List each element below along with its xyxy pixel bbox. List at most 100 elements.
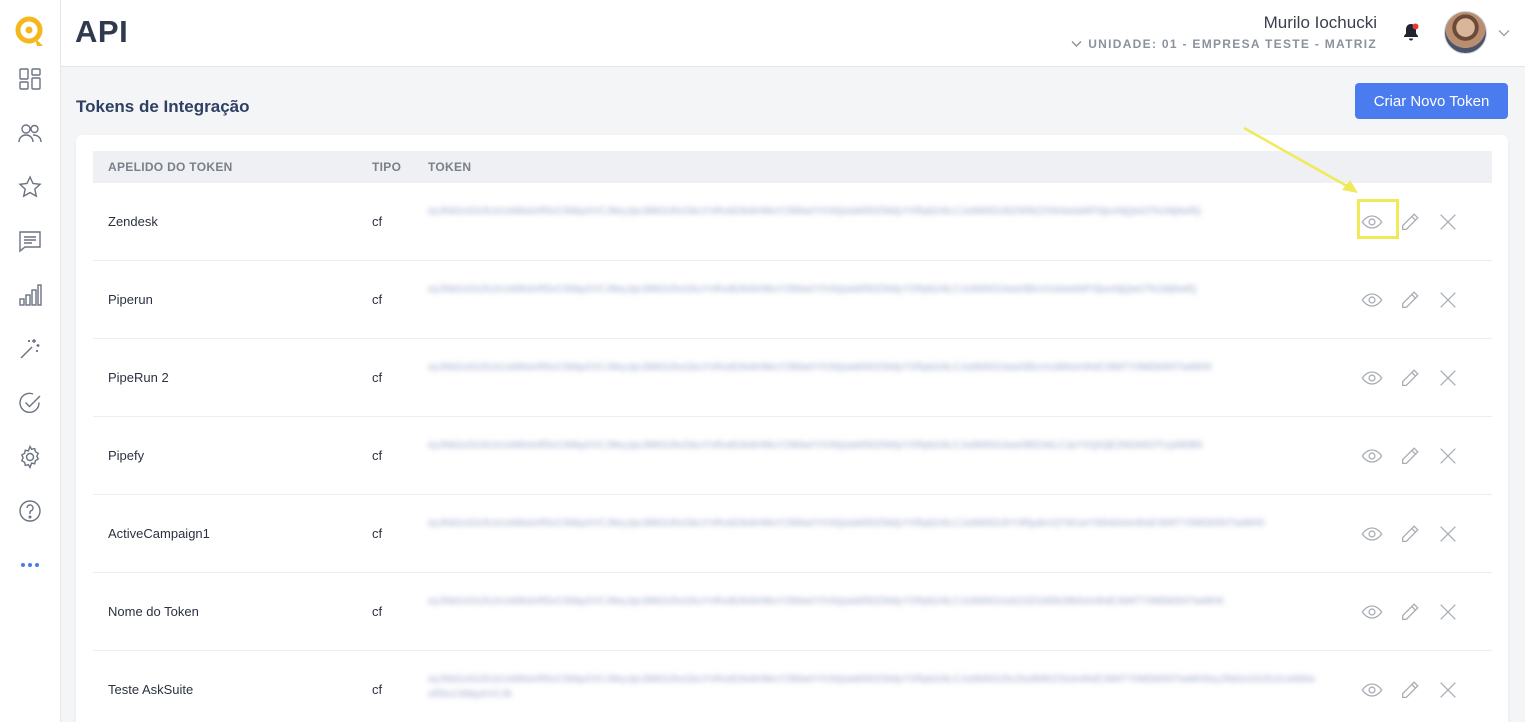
bar-chart-icon xyxy=(19,284,42,306)
sidebar-item-reports[interactable] xyxy=(0,268,61,322)
more-dots-icon xyxy=(21,563,39,567)
table-row: Pipefy cf eyJhbGciOiJIUzUxMiIsInR5cCI6IkpX… xyxy=(93,417,1492,495)
eye-icon xyxy=(1361,527,1383,541)
token-value: eyJhbGciOiJIUzUxMiIsInR5cCI6IkpXVCJ9eyJp… xyxy=(428,674,1315,700)
delete-token-button[interactable] xyxy=(1433,441,1463,471)
view-token-button[interactable] xyxy=(1357,519,1387,549)
app-logo-icon[interactable] xyxy=(15,16,45,48)
pencil-icon xyxy=(1402,291,1419,308)
row-actions xyxy=(1357,285,1463,315)
delete-token-button[interactable] xyxy=(1433,675,1463,705)
view-token-button[interactable] xyxy=(1357,207,1387,237)
view-token-button[interactable] xyxy=(1357,441,1387,471)
token-type: cf xyxy=(372,292,383,307)
star-icon xyxy=(18,175,42,198)
column-header-type: TIPO xyxy=(372,160,402,174)
token-nickname: Nome do Token xyxy=(108,604,199,619)
unit-label: UNIDADE: 01 - EMPRESA TESTE - MATRIZ xyxy=(1088,37,1377,51)
token-type: cf xyxy=(372,682,383,697)
table-row: Piperun cf eyJhbGciOiJIUzUxMiIsInR5cCI6Ikp… xyxy=(93,261,1492,339)
view-token-button[interactable] xyxy=(1357,363,1387,393)
delete-token-button[interactable] xyxy=(1433,363,1463,393)
user-name: Murilo Iochucki xyxy=(1263,13,1377,32)
edit-token-button[interactable] xyxy=(1395,441,1425,471)
edit-token-button[interactable] xyxy=(1395,597,1425,627)
sidebar-item-more[interactable] xyxy=(0,538,61,592)
pencil-icon xyxy=(1402,525,1419,542)
pencil-icon xyxy=(1402,447,1419,464)
view-token-button[interactable] xyxy=(1357,285,1387,315)
avatar[interactable] xyxy=(1444,11,1487,54)
sidebar-item-favorites[interactable] xyxy=(0,160,61,214)
token-type: cf xyxy=(372,448,383,463)
row-actions xyxy=(1357,441,1463,471)
token-type: cf xyxy=(372,370,383,385)
chevron-down-icon[interactable] xyxy=(1497,26,1511,40)
tokens-table-card: APELIDO DO TOKEN TIPO TOKEN Zendesk cf eyJ… xyxy=(76,135,1508,722)
token-type: cf xyxy=(372,604,383,619)
section-title: Tokens de Integração xyxy=(76,97,250,116)
row-actions xyxy=(1357,519,1463,549)
token-value: eyJhbGciOiJIUzUxMiIsInR5cCI6IkpXVCJ9eyJp… xyxy=(428,440,1203,451)
table-row: Zendesk cf eyJhbGciOiJIUzUxMiIsInR5cCI6Ikp… xyxy=(93,183,1492,261)
token-nickname: Teste AskSuite xyxy=(108,682,194,697)
token-nickname: Pipefy xyxy=(108,448,145,463)
table-row: ActiveCampaign1 cf eyJhbGciOiJIUzUxMiIsInR… xyxy=(93,495,1492,573)
eye-icon xyxy=(1361,215,1383,229)
check-circle-icon xyxy=(19,392,41,414)
eye-icon xyxy=(1361,605,1383,619)
delete-token-button[interactable] xyxy=(1433,519,1463,549)
sidebar-nav xyxy=(0,52,61,592)
token-value: eyJhbGciOiJIUzUxMiIsInR5cCI6IkpXVCJ9eyJp… xyxy=(428,284,1197,295)
sidebar-item-tasks[interactable] xyxy=(0,376,61,430)
help-circle-icon xyxy=(19,500,41,522)
sidebar-item-dashboard[interactable] xyxy=(0,52,61,106)
delete-token-button[interactable] xyxy=(1433,597,1463,627)
eye-icon xyxy=(1361,683,1383,697)
close-icon xyxy=(1440,292,1456,308)
edit-token-button[interactable] xyxy=(1395,519,1425,549)
eye-icon xyxy=(1361,449,1383,463)
sidebar-item-messages[interactable] xyxy=(0,214,61,268)
token-nickname: PipeRun 2 xyxy=(108,370,169,385)
token-type: cf xyxy=(372,214,383,229)
gear-icon xyxy=(20,445,40,469)
table-row: PipeRun 2 cf eyJhbGciOiJIUzUxMiIsInR5cCI6I… xyxy=(93,339,1492,417)
close-icon xyxy=(1440,526,1456,542)
dashboard-grid-icon xyxy=(19,68,41,90)
pencil-icon xyxy=(1402,213,1419,230)
column-header-nickname: APELIDO DO TOKEN xyxy=(108,160,233,174)
users-icon xyxy=(18,124,42,143)
token-nickname: ActiveCampaign1 xyxy=(108,526,210,541)
unit-selector[interactable]: UNIDADE: 01 - EMPRESA TESTE - MATRIZ xyxy=(1071,37,1377,51)
eye-icon xyxy=(1361,371,1383,385)
token-value: eyJhbGciOiJIUzUxMiIsInR5cCI6IkpXVCJ9eyJp… xyxy=(428,518,1265,529)
sidebar-item-automation[interactable] xyxy=(0,322,61,376)
create-token-button[interactable]: Criar Novo Token xyxy=(1355,83,1508,119)
close-icon xyxy=(1440,370,1456,386)
edit-token-button[interactable] xyxy=(1395,285,1425,315)
delete-token-button[interactable] xyxy=(1433,285,1463,315)
delete-token-button[interactable] xyxy=(1433,207,1463,237)
table-row: Teste AskSuite cf eyJhbGciOiJIUzUxMiIsInR5… xyxy=(93,651,1492,722)
token-nickname: Zendesk xyxy=(108,214,158,229)
token-type: cf xyxy=(372,526,383,541)
sidebar-item-settings[interactable] xyxy=(0,430,61,484)
table-header: APELIDO DO TOKEN TIPO TOKEN xyxy=(93,151,1492,183)
pencil-icon xyxy=(1402,603,1419,620)
row-actions xyxy=(1357,363,1463,393)
notification-bell-icon[interactable] xyxy=(1400,21,1422,43)
chat-icon xyxy=(19,231,41,253)
edit-token-button[interactable] xyxy=(1395,207,1425,237)
row-actions xyxy=(1357,675,1463,705)
edit-token-button[interactable] xyxy=(1395,363,1425,393)
edit-token-button[interactable] xyxy=(1395,675,1425,705)
close-icon xyxy=(1440,682,1456,698)
view-token-button[interactable] xyxy=(1357,675,1387,705)
sidebar xyxy=(0,0,61,722)
sidebar-item-help[interactable] xyxy=(0,484,61,538)
close-icon xyxy=(1440,214,1456,230)
close-icon xyxy=(1440,448,1456,464)
view-token-button[interactable] xyxy=(1357,597,1387,627)
sidebar-item-contacts[interactable] xyxy=(0,106,61,160)
